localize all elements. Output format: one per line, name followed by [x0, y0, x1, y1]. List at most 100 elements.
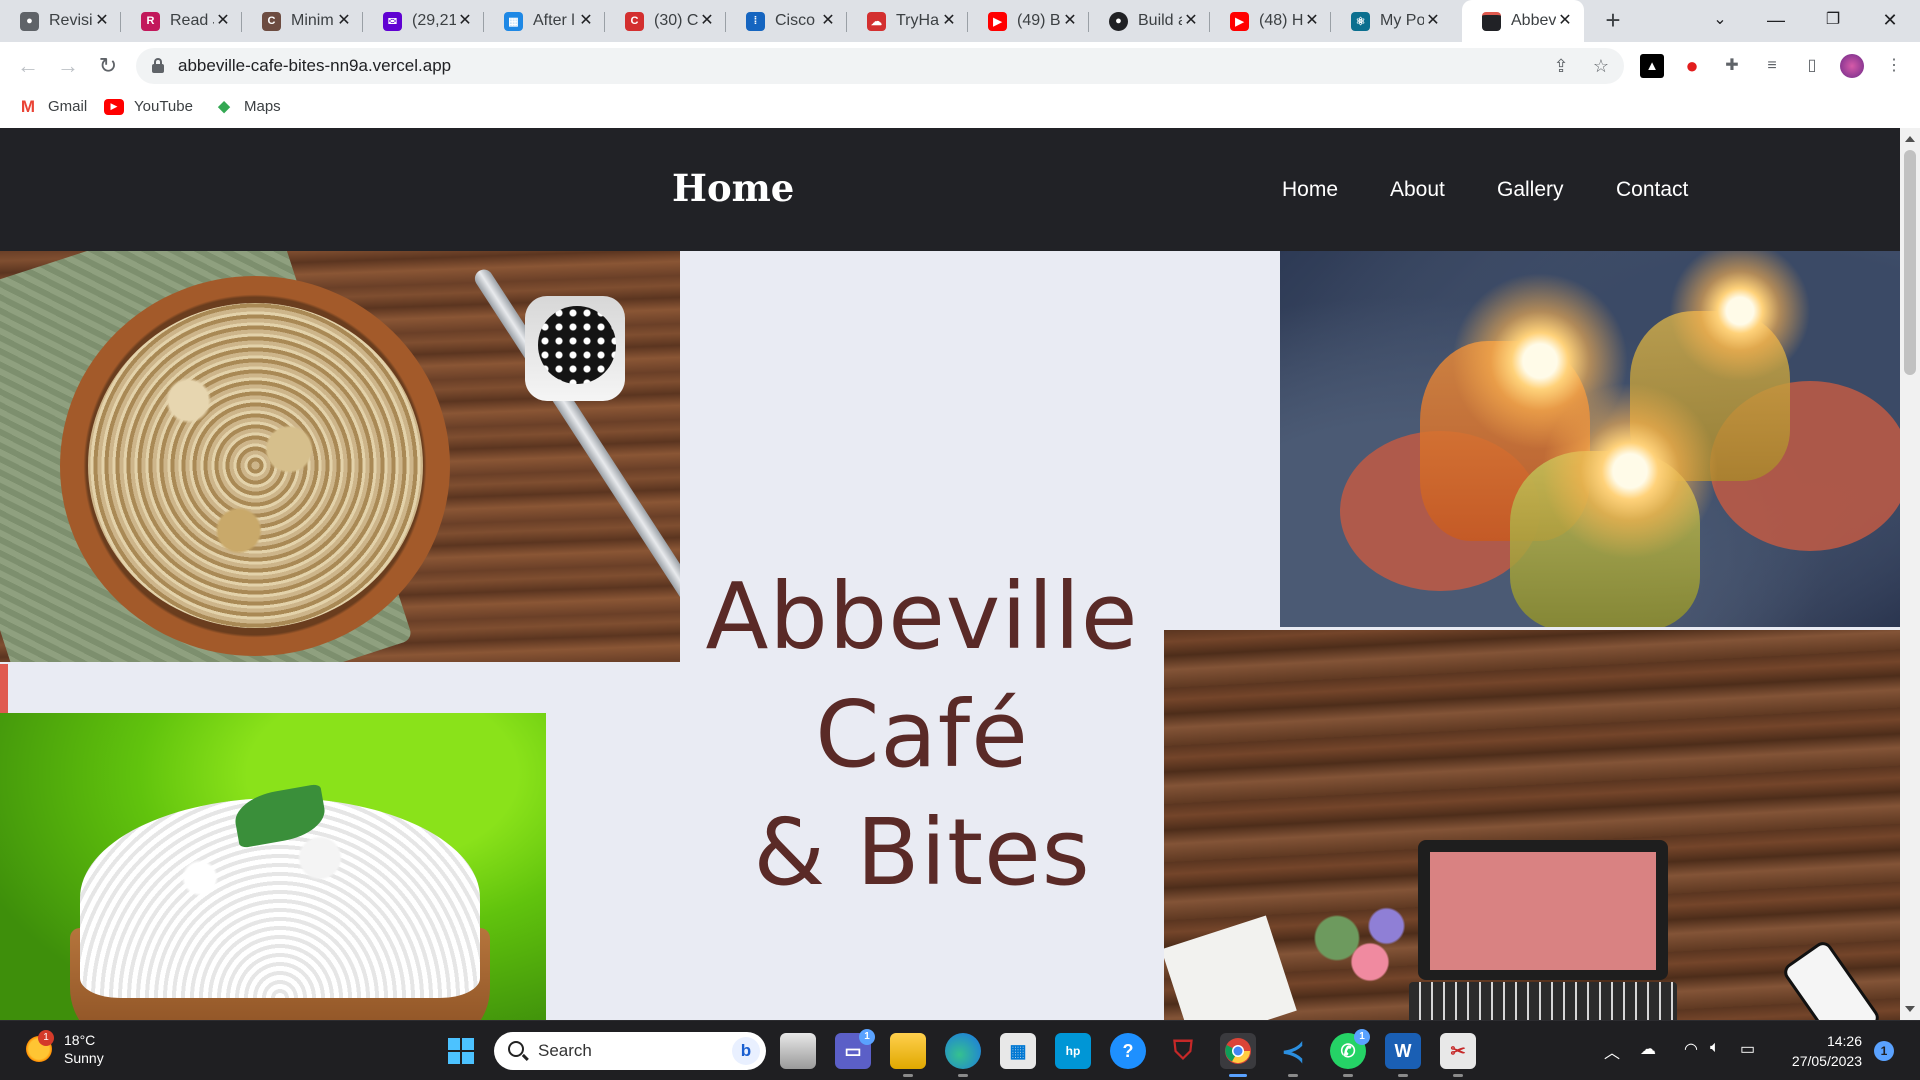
- bing-icon[interactable]: b: [732, 1037, 760, 1065]
- snipping-tool-icon[interactable]: ✂: [1440, 1033, 1476, 1077]
- help-icon[interactable]: ?: [1110, 1033, 1146, 1069]
- browser-tab-active[interactable]: Abbev ✕: [1462, 0, 1584, 42]
- nav-link-about[interactable]: About: [1390, 178, 1445, 202]
- taskbar-search[interactable]: Search b: [494, 1032, 766, 1070]
- close-tab-icon[interactable]: ✕: [456, 12, 474, 30]
- onedrive-icon[interactable]: ☁: [1640, 1039, 1656, 1059]
- close-tab-icon[interactable]: ✕: [335, 12, 353, 30]
- teams-chat-icon[interactable]: ▭ 1: [835, 1029, 875, 1069]
- forward-button[interactable]: →: [54, 52, 82, 80]
- clock-date: 27/05/2023: [1791, 1053, 1862, 1069]
- close-tab-icon[interactable]: ✕: [214, 12, 232, 30]
- file-explorer-icon[interactable]: [890, 1033, 926, 1077]
- codewars-icon: C: [625, 11, 644, 31]
- lock-icon[interactable]: [152, 58, 164, 73]
- profile-avatar[interactable]: [1840, 54, 1864, 78]
- browser-tab[interactable]: ✉ (29,21 ✕: [363, 0, 484, 42]
- whatsapp-icon[interactable]: ✆ 1: [1330, 1029, 1370, 1077]
- tab-label: (29,21: [412, 12, 456, 29]
- tab-label: Minim: [291, 12, 334, 29]
- whatsapp-badge: 1: [1354, 1029, 1370, 1045]
- browser-tab[interactable]: ☁ TryHa ✕: [847, 0, 968, 42]
- system-clock[interactable]: 14:26 27/05/2023: [1782, 1031, 1862, 1071]
- tray-overflow-icon[interactable]: ︿: [1604, 1039, 1620, 1063]
- close-tab-icon[interactable]: ✕: [1424, 12, 1442, 30]
- close-tab-icon[interactable]: ✕: [93, 12, 111, 30]
- extensions-puzzle-icon[interactable]: ✚: [1720, 54, 1744, 78]
- taskbar: 1 18°C Sunny Search b ▭ 1 ▦ hp ? ⛉ ≺ ✆ 1 W…: [0, 1020, 1920, 1080]
- microsoft-store-icon[interactable]: ▦: [1000, 1033, 1036, 1069]
- close-tab-icon[interactable]: ✕: [577, 12, 595, 30]
- battery-icon[interactable]: ▭: [1740, 1039, 1755, 1059]
- minimize-button[interactable]: —: [1748, 0, 1804, 42]
- nav-link-home[interactable]: Home: [1282, 178, 1338, 202]
- close-tab-icon[interactable]: ✕: [819, 12, 837, 30]
- sun-icon: 1: [26, 1030, 54, 1062]
- tab-label: (30) C: [654, 12, 698, 29]
- site-brand[interactable]: Home: [672, 166, 794, 210]
- url-text[interactable]: abbeville-cafe-bites-nn9a.vercel.app: [178, 56, 451, 76]
- word-icon[interactable]: W: [1385, 1033, 1421, 1077]
- browser-tab[interactable]: R Read J ✕: [121, 0, 242, 42]
- scrollbar-thumb[interactable]: [1904, 150, 1916, 375]
- minimal-icon: C: [262, 11, 281, 31]
- close-tab-icon[interactable]: ✕: [698, 12, 716, 30]
- bookmark-youtube[interactable]: ▶ YouTube: [104, 98, 193, 115]
- browser-tab[interactable]: ⚛ My Po ✕: [1331, 0, 1452, 42]
- scroll-down-arrow[interactable]: [1905, 1006, 1915, 1012]
- accent-bar: [0, 664, 8, 713]
- browser-tab[interactable]: ▶ (49) B ✕: [968, 0, 1089, 42]
- mcafee-icon[interactable]: ⛉: [1165, 1033, 1201, 1069]
- restore-button[interactable]: ❐: [1805, 0, 1861, 42]
- close-tab-icon[interactable]: ✕: [1303, 12, 1321, 30]
- bookmark-star-icon[interactable]: ☆: [1590, 56, 1612, 78]
- weather-widget[interactable]: 1 18°C Sunny: [26, 1030, 104, 1067]
- browser-tab[interactable]: ● Revisi ✕: [0, 0, 121, 42]
- close-tab-icon[interactable]: ✕: [940, 12, 958, 30]
- tab-search-button[interactable]: ⌄: [1692, 0, 1748, 42]
- grain-bowl-photo: [0, 251, 680, 662]
- new-tab-button[interactable]: +: [1598, 6, 1628, 36]
- chrome-icon[interactable]: [1220, 1033, 1256, 1077]
- address-bar[interactable]: abbeville-cafe-bites-nn9a.vercel.app ⇪ ☆: [136, 48, 1624, 84]
- browser-tab[interactable]: C Minim ✕: [242, 0, 363, 42]
- reading-list-icon[interactable]: ≡: [1760, 54, 1784, 78]
- close-tab-icon[interactable]: ✕: [1061, 12, 1079, 30]
- close-tab-icon[interactable]: ✕: [1556, 12, 1574, 30]
- page-scrollbar[interactable]: [1900, 128, 1920, 1020]
- vscode-icon[interactable]: ≺: [1275, 1033, 1311, 1077]
- browser-tab[interactable]: ⁞ Cisco ✕: [726, 0, 847, 42]
- browser-tab[interactable]: ▦ After l ✕: [484, 0, 605, 42]
- notification-badge[interactable]: 1: [1874, 1041, 1894, 1061]
- scroll-up-arrow[interactable]: [1905, 136, 1915, 142]
- menu-icon[interactable]: ⋮: [1882, 54, 1906, 78]
- extension-icon[interactable]: ▲: [1640, 54, 1664, 78]
- nav-link-gallery[interactable]: Gallery: [1497, 178, 1564, 202]
- volume-icon[interactable]: 🔈︎: [1710, 1039, 1720, 1057]
- bookmark-gmail[interactable]: M Gmail: [18, 97, 88, 116]
- windows-start-icon[interactable]: [443, 1033, 479, 1069]
- reload-button[interactable]: ↻: [94, 52, 122, 80]
- edge-icon[interactable]: [945, 1033, 981, 1077]
- youtube-icon: ▶: [104, 98, 124, 115]
- close-tab-icon[interactable]: ✕: [1182, 12, 1200, 30]
- task-view-icon[interactable]: [780, 1033, 816, 1069]
- browser-tab[interactable]: ▶ (48) H ✕: [1210, 0, 1331, 42]
- search-placeholder: Search: [538, 1041, 592, 1060]
- side-panel-icon[interactable]: ▯: [1800, 54, 1824, 78]
- bookmark-label: Gmail: [48, 98, 88, 115]
- myhp-icon[interactable]: hp: [1055, 1033, 1091, 1069]
- bookmark-maps[interactable]: ⬥ Maps: [214, 96, 281, 116]
- tab-label: TryHa: [896, 12, 939, 29]
- close-window-button[interactable]: ✕: [1862, 0, 1918, 42]
- nav-link-contact[interactable]: Contact: [1616, 178, 1688, 202]
- bookmarks-bar: M Gmail ▶ YouTube ⬥ Maps: [0, 90, 1920, 128]
- wifi-icon[interactable]: ◠: [1684, 1039, 1698, 1059]
- share-icon[interactable]: ⇪: [1550, 56, 1572, 78]
- opera-icon[interactable]: ●: [1680, 54, 1704, 78]
- browser-tab[interactable]: C (30) C ✕: [605, 0, 726, 42]
- browser-tab[interactable]: ● Build a ✕: [1089, 0, 1210, 42]
- back-button[interactable]: ←: [14, 52, 42, 80]
- tab-label: (48) H: [1259, 12, 1303, 29]
- toolbar: ← → ↻ abbeville-cafe-bites-nn9a.vercel.a…: [0, 42, 1920, 90]
